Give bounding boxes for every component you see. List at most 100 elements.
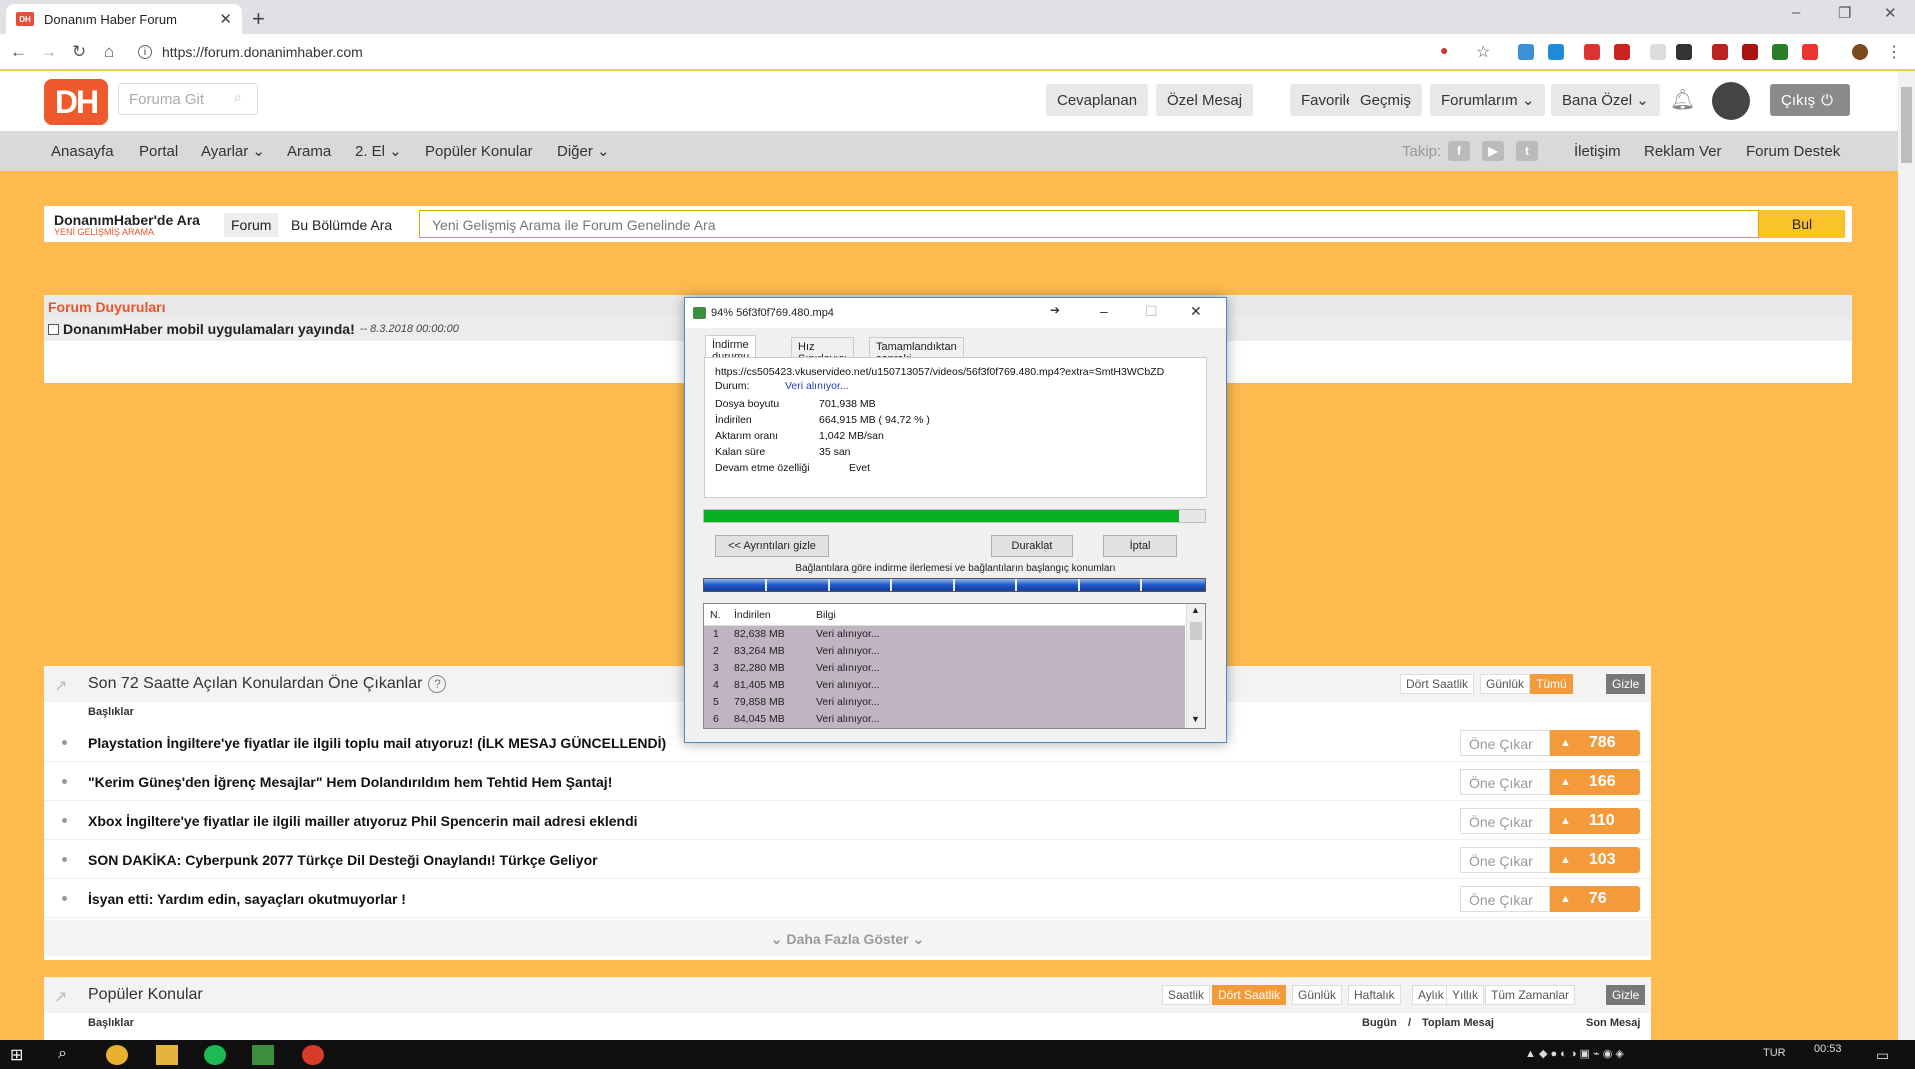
header-button-my-forums[interactable]: Forumlarım ⌄ — [1430, 84, 1546, 116]
notification-icon[interactable]: ▭ — [1876, 1047, 1889, 1064]
back-icon[interactable]: ← — [10, 42, 27, 62]
nav-forum-support[interactable]: Forum Destek — [1739, 139, 1847, 163]
profile-avatar[interactable] — [1852, 44, 1868, 60]
extension-icon[interactable] — [1650, 44, 1666, 60]
skype-icon[interactable] — [1548, 44, 1564, 60]
nav-home[interactable]: Anasayfa — [44, 139, 121, 163]
column-info[interactable]: Bilgi — [816, 609, 836, 621]
close-icon[interactable]: ✕ — [1190, 303, 1202, 320]
list-item[interactable]: 5 79,858 MB Veri alınıyor... — [704, 694, 1185, 711]
hide-button[interactable]: Gizle — [1606, 674, 1646, 694]
nav-advertise[interactable]: Reklam Ver — [1637, 139, 1729, 163]
list-item[interactable]: 4 81,405 MB Veri alınıyor... — [704, 677, 1185, 694]
announcement-title[interactable]: DonanımHaber mobil uygulamaları yayında! — [63, 321, 355, 337]
new-tab-icon[interactable]: + — [252, 6, 265, 32]
tab-on-complete[interactable]: Tamamlandıktan sonraki seçenekler — [869, 337, 964, 377]
column-downloaded[interactable]: İndirilen — [734, 609, 771, 621]
shield-icon[interactable] — [1676, 44, 1692, 60]
extension-icon[interactable]: ● — [1440, 42, 1448, 58]
file-explorer-icon[interactable] — [156, 1045, 178, 1065]
help-icon[interactable]: ? — [428, 675, 447, 693]
show-more-button[interactable]: ⌄ Daha Fazla Göster ⌄ — [44, 920, 1651, 956]
list-item[interactable]: 6 84,045 MB Veri alınıyor... — [704, 711, 1185, 728]
user-avatar[interactable] — [1712, 82, 1750, 120]
clock[interactable]: 00:53 — [1814, 1043, 1842, 1055]
filter-monthly[interactable]: Aylık — [1412, 985, 1450, 1005]
reload-icon[interactable]: ↻ — [72, 42, 86, 62]
header-button-for-me[interactable]: Bana Özel ⌄ — [1551, 84, 1660, 116]
vote-count[interactable]: ▲ 110 — [1550, 808, 1640, 834]
maximize-icon[interactable]: ❐ — [1838, 4, 1851, 22]
nav-second-hand[interactable]: 2. El ⌄ — [348, 139, 409, 163]
vote-count[interactable]: ▲ 103 — [1550, 847, 1640, 873]
feature-button[interactable]: Öne Çıkar — [1460, 847, 1550, 873]
hide-details-button[interactable]: << Ayrıntıları gizle — [715, 535, 829, 557]
header-button-pm[interactable]: Özel Mesaj — [1156, 84, 1254, 116]
scrollbar-thumb[interactable] — [1901, 87, 1912, 163]
extension-icon[interactable] — [1584, 44, 1600, 60]
topic-title[interactable]: "Kerim Güneş'den İğrenç Mesajlar" Hem Do… — [88, 774, 612, 790]
nav-other[interactable]: Diğer ⌄ — [550, 139, 617, 163]
list-scrollbar[interactable]: ▲ ▼ — [1186, 604, 1205, 728]
scroll-down-icon[interactable]: ▼ — [1191, 714, 1200, 724]
filter-yearly[interactable]: Yıllık — [1446, 985, 1485, 1005]
bookmark-star-icon[interactable]: ☆ — [1476, 42, 1490, 62]
feature-button[interactable]: Öne Çıkar — [1460, 808, 1550, 834]
filter-all-time[interactable]: Tüm Zamanlar — [1485, 985, 1576, 1005]
chrome-icon[interactable] — [302, 1045, 324, 1065]
windows-start-icon[interactable]: ⊞ — [10, 1045, 32, 1065]
youtube-icon[interactable]: ▶ — [1482, 141, 1504, 161]
vote-count[interactable]: ▲ 166 — [1550, 769, 1640, 795]
extension-icon[interactable] — [1614, 44, 1630, 60]
filter-hourly[interactable]: Saatlik — [1162, 985, 1211, 1005]
extension-icon[interactable] — [1802, 44, 1818, 60]
extension-icon[interactable] — [1712, 44, 1728, 60]
search-tab-section[interactable]: Bu Bölümde Ara — [284, 213, 399, 237]
topic-title[interactable]: İsyan etti: Yardım edin, sayaçları okutm… — [88, 891, 406, 907]
tab-download-status[interactable]: İndirme durumu — [705, 335, 757, 363]
forward-icon[interactable]: → — [40, 42, 57, 62]
page-scrollbar[interactable] — [1898, 71, 1915, 1040]
language-indicator[interactable]: TUR — [1763, 1047, 1786, 1059]
close-window-icon[interactable]: ✕ — [1884, 4, 1897, 22]
menu-icon[interactable]: ⋮ — [1886, 42, 1902, 62]
list-item[interactable]: 2 83,264 MB Veri alınıyor... — [704, 643, 1185, 660]
minimize-icon[interactable]: – — [1792, 4, 1800, 21]
nav-popular[interactable]: Popüler Konular — [418, 139, 540, 163]
feature-button[interactable]: Öne Çıkar — [1460, 730, 1550, 756]
bell-icon[interactable]: 🔔︎ — [1670, 87, 1695, 112]
twitter-icon[interactable]: t — [1516, 141, 1538, 161]
list-item[interactable]: 1 82,638 MB Veri alınıyor... — [704, 626, 1185, 643]
maximize-icon[interactable]: ☐ — [1145, 303, 1158, 320]
scroll-up-icon[interactable]: ▲ — [1191, 605, 1200, 615]
filter-daily[interactable]: Günlük — [1292, 985, 1343, 1005]
info-icon[interactable]: i — [138, 45, 152, 59]
search-input[interactable]: Yeni Gelişmiş Arama ile Forum Genelinde … — [419, 210, 1759, 238]
search-tab-forum[interactable]: Forum — [224, 213, 279, 237]
chrome-icon[interactable] — [106, 1045, 128, 1065]
list-item[interactable]: 3 82,280 MB Veri alınıyor... — [704, 660, 1185, 677]
dh-logo[interactable]: DH — [44, 79, 108, 125]
filter-all[interactable]: Tümü — [1530, 674, 1573, 694]
feature-button[interactable]: Öne Çıkar — [1460, 886, 1550, 912]
header-button-history[interactable]: Geçmiş — [1349, 84, 1422, 116]
extension-icon[interactable] — [1742, 44, 1758, 60]
nav-contact[interactable]: İletişim — [1567, 139, 1628, 163]
vote-count[interactable]: ▲ 76 — [1550, 886, 1640, 912]
extension-icon[interactable] — [1772, 44, 1788, 60]
scrollbar-thumb[interactable] — [1190, 622, 1202, 640]
filter-four-hour[interactable]: Dört Saatlik — [1400, 674, 1475, 694]
feature-button[interactable]: Öne Çıkar — [1460, 769, 1550, 795]
column-n[interactable]: N. — [710, 609, 721, 621]
vote-count[interactable]: ▲ 786 — [1550, 730, 1640, 756]
filter-four-hour[interactable]: Dört Saatlik — [1212, 985, 1287, 1005]
home-icon[interactable]: ⌂ — [104, 42, 114, 62]
hide-button[interactable]: Gizle — [1606, 985, 1646, 1005]
address-bar[interactable]: i https://forum.donanimhaber.com — [138, 39, 1478, 65]
minimize-icon[interactable]: – — [1100, 303, 1108, 319]
extension-icon[interactable] — [1518, 44, 1534, 60]
tray-icons[interactable]: ▲ ◆ ● ◐ ◑ ▣ ⌁ ◉ ◈ — [1525, 1047, 1624, 1060]
topic-title[interactable]: SON DAKİKA: Cyberpunk 2077 Türkçe Dil De… — [88, 852, 598, 868]
close-tab-icon[interactable]: ✕ — [219, 10, 232, 28]
search-icon[interactable]: ⌕ — [58, 1045, 80, 1065]
